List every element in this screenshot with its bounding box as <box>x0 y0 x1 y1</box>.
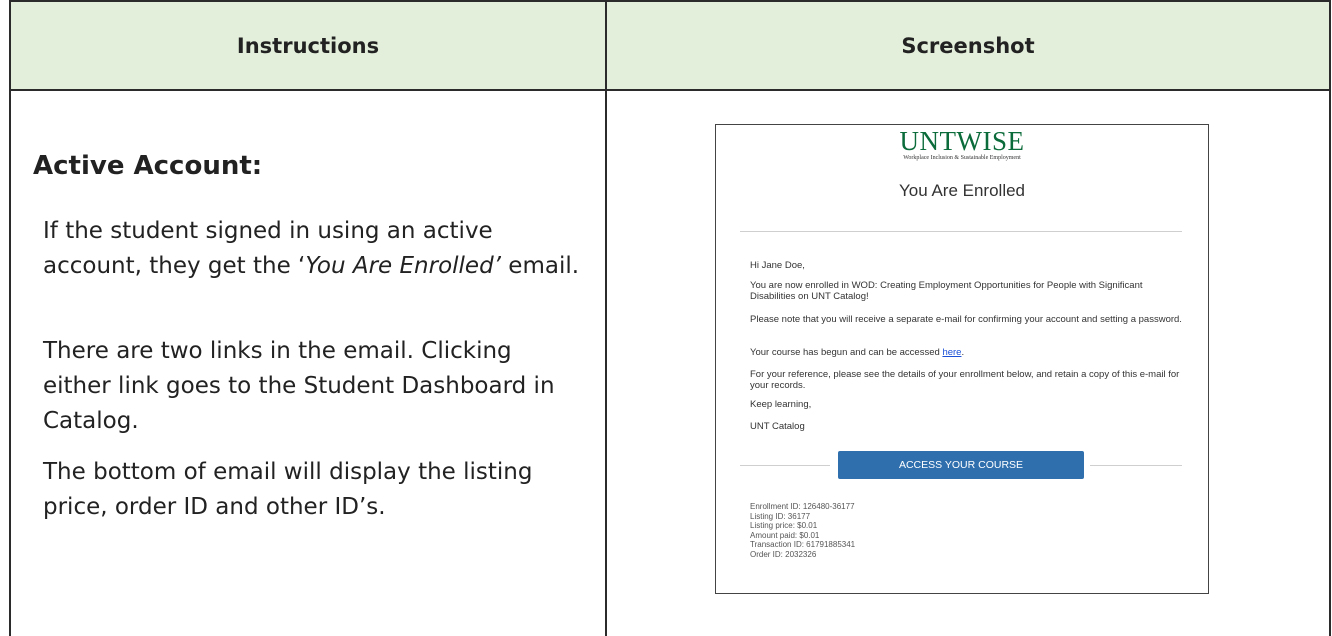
email-screenshot: UNTWISE Workplace Inclusion & Sustainabl… <box>715 124 1209 594</box>
button-divider-left <box>740 465 830 466</box>
section-title: Active Account: <box>33 151 263 181</box>
email-enrolled-text: You are now enrolled in WOD: Creating Em… <box>750 280 1143 302</box>
access-your-course-button[interactable]: ACCESS YOUR COURSE <box>838 451 1084 479</box>
screenshot-column-header: Screenshot <box>605 0 1331 91</box>
screenshot-cell: UNTWISE Workplace Inclusion & Sustainabl… <box>605 89 1331 636</box>
email-separate-email-note: Please note that you will receive a sepa… <box>750 314 1182 325</box>
amount-paid: Amount paid: $0.01 <box>750 530 820 540</box>
transaction-id: Transaction ID: 61791885341 <box>750 540 856 549</box>
logo-wordmark: UNTWISE <box>899 126 1025 156</box>
email-title: You Are Enrolled <box>898 181 1026 200</box>
instructions-column-header: Instructions <box>9 0 607 91</box>
instruction-paragraph-1: If the student signed in using an active… <box>43 214 583 284</box>
logo-tagline: Workplace Inclusion & Sustainable Employ… <box>903 155 1021 161</box>
untwise-logo: UNTWISE Workplace Inclusion & Sustainabl… <box>716 127 1208 162</box>
access-text-end: . <box>961 347 965 358</box>
email-reference-text: For your reference, please see the detai… <box>750 369 1180 391</box>
instruction-paragraph-2: There are two links in the email. Clicki… <box>43 338 555 434</box>
instructions-header-label: Instructions <box>236 33 380 58</box>
enrollment-details: Enrollment ID: 126480-36177 Listing ID: … <box>750 502 855 559</box>
access-text-start: Your course has begun and can be accesse… <box>750 347 943 358</box>
screenshot-header-label: Screenshot <box>901 33 1035 58</box>
course-here-link[interactable]: here <box>942 347 961 358</box>
instruction-paragraph-3: The bottom of email will display the lis… <box>43 459 533 520</box>
email-access-text: Your course has begun and can be accesse… <box>750 347 1190 359</box>
enrollment-id: Enrollment ID: 126480-36177 <box>750 502 855 511</box>
instructions-cell: Active Account: If the student signed in… <box>9 89 607 636</box>
listing-id: Listing ID: 36177 <box>750 511 811 521</box>
email-signature: UNT Catalog <box>750 421 805 432</box>
email-greeting: Hi Jane Doe, <box>750 260 805 271</box>
button-divider-right <box>1090 465 1182 466</box>
title-divider <box>740 231 1182 232</box>
email-signoff: Keep learning, <box>750 399 812 410</box>
p1-text-end: email. <box>501 253 580 279</box>
p1-email-name: You Are Enrolled’ <box>305 253 501 279</box>
order-id: Order ID: 2032326 <box>750 549 817 559</box>
listing-price: Listing price: $0.01 <box>750 521 818 530</box>
